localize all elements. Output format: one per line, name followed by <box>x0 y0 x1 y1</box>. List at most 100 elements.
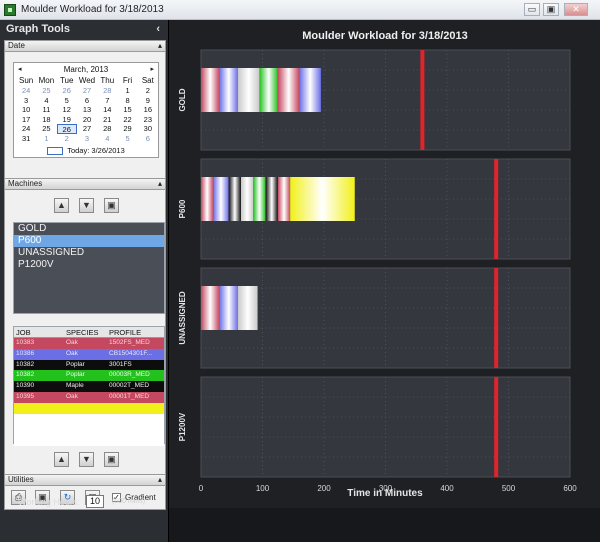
collapse-panel-icon[interactable]: ‹ <box>156 23 160 35</box>
column-job[interactable]: JOB <box>14 327 64 337</box>
calendar-day[interactable]: 4 <box>36 96 56 106</box>
calendar-month[interactable]: March, 2013 <box>14 65 158 74</box>
calendar-day[interactable]: 23 <box>138 115 158 125</box>
calendar-day[interactable]: 31 <box>16 134 36 144</box>
calendar-day[interactable]: 2 <box>138 86 158 96</box>
calendar-day[interactable]: 8 <box>117 96 137 106</box>
calendar-day[interactable]: 25 <box>36 86 56 96</box>
calendar-day[interactable]: 30 <box>138 124 158 134</box>
calendar: ◂ March, 2013 ▸ Sun Mon Tue Wed Thu Fri Sat 24… <box>13 62 159 158</box>
calendar-day[interactable]: 24 <box>16 124 36 134</box>
calendar-day[interactable]: 1 <box>117 86 137 96</box>
job-cell <box>14 403 64 414</box>
calendar-day[interactable]: 16 <box>138 105 158 115</box>
table-row[interactable] <box>14 413 164 425</box>
move-up-button[interactable]: ▲ <box>54 198 69 213</box>
calendar-day[interactable]: 29 <box>117 124 137 134</box>
calendar-day[interactable]: 13 <box>77 105 97 115</box>
calendar-day[interactable]: 5 <box>57 96 77 106</box>
working-hours-input[interactable]: 10 <box>86 495 104 508</box>
machine-item-gold[interactable]: GOLD <box>14 223 164 235</box>
calendar-day[interactable]: 6 <box>77 96 97 106</box>
table-row[interactable] <box>14 424 164 436</box>
weekday-label: Thu <box>100 76 115 85</box>
calendar-day[interactable]: 21 <box>97 115 117 125</box>
calendar-day[interactable]: 27 <box>77 124 97 134</box>
calendar-today[interactable]: Today: 3/26/2013 <box>14 146 158 155</box>
calendar-day[interactable]: 28 <box>97 86 117 96</box>
collapse-date-icon[interactable]: ▴ <box>158 41 162 51</box>
calendar-day[interactable]: 4 <box>97 134 117 144</box>
graph-tools-panel: Graph Tools ‹ Date ▴ ◂ March, 2013 ▸ Sun… <box>0 20 168 542</box>
job-move-up-button[interactable]: ▲ <box>54 452 69 467</box>
profile-cell: 00003R_MED <box>109 371 150 379</box>
save-order-button[interactable]: ▣ <box>104 198 119 213</box>
collapse-machines-icon[interactable]: ▴ <box>158 179 162 189</box>
machine-item-p1200v[interactable]: P1200V <box>14 259 164 271</box>
calendar-day[interactable]: 25 <box>36 124 56 134</box>
column-species[interactable]: SPECIES <box>64 327 107 337</box>
job-save-button[interactable]: ▣ <box>104 452 119 467</box>
calendar-day[interactable]: 11 <box>36 105 56 115</box>
job-move-down-button[interactable]: ▼ <box>79 452 94 467</box>
table-row[interactable] <box>14 435 164 446</box>
job-cell <box>14 435 64 446</box>
calendar-day[interactable]: 10 <box>16 105 36 115</box>
calendar-day[interactable]: 9 <box>138 96 158 106</box>
today-marker-icon <box>47 147 64 155</box>
calendar-day[interactable]: 18 <box>36 115 56 125</box>
calendar-day[interactable]: 22 <box>117 115 137 125</box>
table-row[interactable]: 10390 Maple 00002T_MED <box>14 381 164 392</box>
machines-section-header[interactable]: Machines ▴ <box>4 178 166 190</box>
job-cell <box>14 414 64 425</box>
calendar-day[interactable]: 27 <box>77 86 97 96</box>
job-segment <box>219 286 238 330</box>
machine-list[interactable]: GOLD P600 UNASSIGNED P1200V <box>13 222 165 314</box>
calendar-day[interactable]: 28 <box>97 124 117 134</box>
calendar-day[interactable]: 26 <box>57 86 77 96</box>
calendar-day[interactable]: 3 <box>16 96 36 106</box>
calendar-day[interactable]: 14 <box>97 105 117 115</box>
lane-label-unassigned: UNASSIGNED <box>178 291 187 345</box>
calendar-day[interactable]: 19 <box>57 115 77 125</box>
table-row[interactable]: 10395 Oak 00001T_MED <box>14 391 164 403</box>
calendar-day[interactable]: 2 <box>57 134 77 144</box>
x-axis-label: Time in Minutes <box>347 488 423 499</box>
calendar-day[interactable]: 7 <box>97 96 117 106</box>
move-down-button[interactable]: ▼ <box>79 198 94 213</box>
close-button[interactable]: ✕ <box>564 3 588 16</box>
maximize-button[interactable]: ▣ <box>543 3 559 16</box>
profile-cell <box>107 424 164 435</box>
utilities-section-header[interactable]: Utilities ▴ <box>4 474 166 486</box>
calendar-day[interactable]: 5 <box>117 134 137 144</box>
calendar-day[interactable]: 17 <box>16 115 36 125</box>
calendar-day-selected[interactable]: 26 <box>56 124 77 134</box>
table-row[interactable]: 10383 Oak 1502FS_MED <box>14 338 164 349</box>
calendar-day[interactable]: 12 <box>57 105 77 115</box>
column-profile[interactable]: PROFILE <box>107 327 164 337</box>
table-row[interactable] <box>14 402 164 414</box>
table-row[interactable]: 10382 Poplar 00003R_MED <box>14 370 164 382</box>
weekday-label: Fri <box>122 76 133 85</box>
calendar-day[interactable]: 1 <box>36 134 56 144</box>
title-bar: Moulder Workload for 3/18/2013 ▭ ▣ ✕ <box>0 0 600 20</box>
calendar-day[interactable]: 15 <box>117 105 137 115</box>
machines-section-label: Machines <box>8 179 43 188</box>
calendar-weekdays: Sun Mon Tue Wed Thu Fri Sat <box>16 76 158 85</box>
date-section-header[interactable]: Date ▴ <box>4 40 166 52</box>
profile-cell <box>107 403 164 414</box>
job-segment <box>240 177 254 221</box>
job-cell: 10390 <box>16 382 35 390</box>
calendar-day[interactable]: 24 <box>16 86 36 96</box>
minimize-button[interactable]: ▭ <box>524 3 540 16</box>
calendar-day[interactable]: 3 <box>77 134 97 144</box>
collapse-utilities-icon[interactable]: ▴ <box>158 475 162 485</box>
calendar-day[interactable]: 20 <box>77 115 97 125</box>
job-segment <box>277 177 291 221</box>
machine-item-unassigned[interactable]: UNASSIGNED <box>14 247 164 259</box>
calendar-next-icon[interactable]: ▸ <box>150 65 154 73</box>
table-row[interactable]: 10386 Oak CB1504301F... <box>14 348 164 360</box>
calendar-day[interactable]: 6 <box>138 134 158 144</box>
table-row[interactable]: 10382 Poplar 3001FS <box>14 359 164 371</box>
machine-item-p600[interactable]: P600 <box>14 235 164 247</box>
